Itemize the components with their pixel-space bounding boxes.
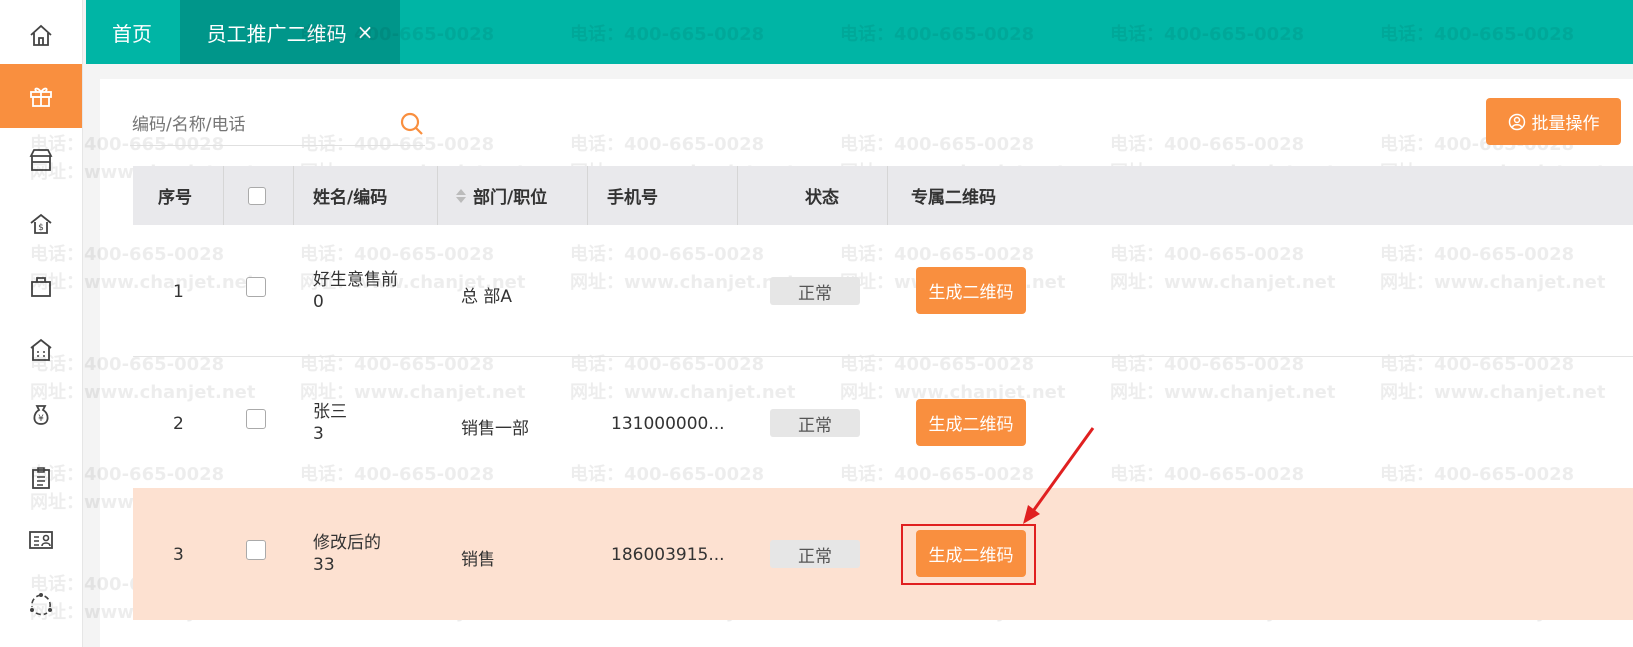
sidebar: $ ¥ bbox=[0, 0, 83, 647]
money-bag-icon: ¥ bbox=[33, 405, 49, 425]
row-checkbox[interactable] bbox=[246, 540, 266, 560]
gift-icon bbox=[30, 87, 52, 107]
tab-home[interactable]: 首页 bbox=[86, 0, 178, 64]
sidebar-item-store[interactable] bbox=[0, 128, 82, 192]
header-qrcode: 专属二维码 bbox=[911, 188, 996, 208]
table-header: 序号 姓名/编码 部门/职位 手机号 状态 专属二维码 bbox=[133, 166, 1633, 225]
row-name: 张三 bbox=[313, 402, 347, 422]
store-icon bbox=[29, 149, 53, 171]
header-phone: 手机号 bbox=[607, 188, 658, 208]
close-tab-icon[interactable]: × bbox=[357, 22, 374, 42]
sidebar-item-idcard[interactable] bbox=[0, 508, 82, 572]
search-icon[interactable] bbox=[399, 111, 425, 137]
tab-employee-qrcode[interactable]: 员工推广二维码 × bbox=[180, 0, 400, 64]
search-input[interactable] bbox=[130, 105, 394, 145]
money-bag-house-icon: $ bbox=[30, 213, 52, 234]
row-code: 33 bbox=[313, 555, 335, 575]
generate-qrcode-button[interactable]: 生成二维码 bbox=[916, 267, 1026, 314]
shopping-bag-icon bbox=[31, 277, 51, 297]
row-dept: 销售一部 bbox=[461, 419, 529, 439]
batch-operation-label: 批量操作 bbox=[1531, 114, 1600, 134]
batch-operation-button[interactable]: 批量操作 bbox=[1486, 98, 1621, 145]
row-checkbox-box[interactable] bbox=[246, 277, 266, 297]
row-name: 好生意售前 bbox=[313, 270, 398, 290]
id-card-icon bbox=[29, 531, 53, 549]
row-code: 0 bbox=[313, 292, 324, 312]
building-icon bbox=[30, 338, 52, 361]
sidebar-item-finance[interactable]: $ bbox=[0, 192, 82, 256]
table-row: 1 好生意售前 0 总 部A 正常 生成二维码 bbox=[133, 225, 1633, 356]
sidebar-item-clipboard[interactable] bbox=[0, 446, 82, 510]
row-index: 1 bbox=[173, 282, 184, 302]
row-phone: 131000000... bbox=[611, 414, 725, 434]
column-divider bbox=[737, 166, 738, 225]
sidebar-item-money[interactable]: ¥ bbox=[0, 382, 82, 446]
sidebar-item-building[interactable] bbox=[0, 318, 82, 382]
status-badge: 正常 bbox=[770, 540, 860, 568]
row-checkbox-box[interactable] bbox=[246, 409, 266, 429]
row-name-cell: 张三 3 bbox=[313, 401, 347, 445]
table-row: 2 张三 3 销售一部 131000000... 正常 生成二维码 bbox=[133, 357, 1633, 488]
sidebar-item-home[interactable] bbox=[0, 4, 82, 68]
status-badge: 正常 bbox=[770, 277, 860, 305]
row-name-cell: 好生意售前 0 bbox=[313, 269, 398, 313]
share-icon bbox=[30, 593, 52, 616]
home-icon bbox=[30, 24, 52, 46]
row-dept: 总 部A bbox=[461, 287, 513, 307]
generate-qrcode-button[interactable]: 生成二维码 bbox=[916, 399, 1026, 446]
header-dept[interactable]: 部门/职位 bbox=[455, 166, 547, 225]
top-tab-bar: 首页 员工推广二维码 × bbox=[86, 0, 1633, 64]
sidebar-item-shopping[interactable] bbox=[0, 254, 82, 318]
header-status: 状态 bbox=[805, 188, 839, 208]
clipboard-icon bbox=[32, 467, 50, 489]
row-name: 修改后的 bbox=[313, 533, 381, 553]
row-checkbox-box[interactable] bbox=[246, 540, 266, 560]
column-divider bbox=[887, 166, 888, 225]
svg-text:¥: ¥ bbox=[38, 414, 44, 424]
column-divider bbox=[293, 166, 294, 225]
header-select-all[interactable] bbox=[248, 166, 266, 225]
row-dept: 销售 bbox=[461, 550, 495, 570]
user-circle-icon bbox=[1508, 113, 1525, 130]
svg-text:$: $ bbox=[38, 223, 44, 233]
annotation-highlight-box bbox=[901, 524, 1036, 585]
sidebar-item-share[interactable] bbox=[0, 572, 82, 636]
row-phone: 186003915... bbox=[611, 545, 725, 565]
row-code: 3 bbox=[313, 424, 324, 444]
header-name: 姓名/编码 bbox=[313, 188, 388, 208]
column-divider bbox=[437, 166, 438, 225]
row-checkbox[interactable] bbox=[246, 277, 266, 297]
sort-icon[interactable] bbox=[455, 187, 467, 205]
tab-current-label: 员工推广二维码 bbox=[206, 21, 347, 46]
tab-home-label: 首页 bbox=[112, 21, 152, 46]
select-all-checkbox[interactable] bbox=[248, 186, 266, 205]
header-dept-label: 部门/职位 bbox=[473, 188, 548, 208]
column-divider bbox=[587, 166, 588, 225]
sidebar-item-gift[interactable] bbox=[0, 64, 82, 128]
table-row-highlighted: 3 修改后的 33 销售 186003915... 正常 生成二维码 bbox=[133, 488, 1633, 620]
row-index: 3 bbox=[173, 545, 184, 565]
column-divider bbox=[223, 166, 224, 225]
row-checkbox[interactable] bbox=[246, 409, 266, 429]
row-name-cell: 修改后的 33 bbox=[313, 532, 381, 576]
row-index: 2 bbox=[173, 414, 184, 434]
search-box bbox=[130, 105, 425, 146]
status-badge: 正常 bbox=[770, 409, 860, 437]
header-index: 序号 bbox=[158, 188, 192, 208]
